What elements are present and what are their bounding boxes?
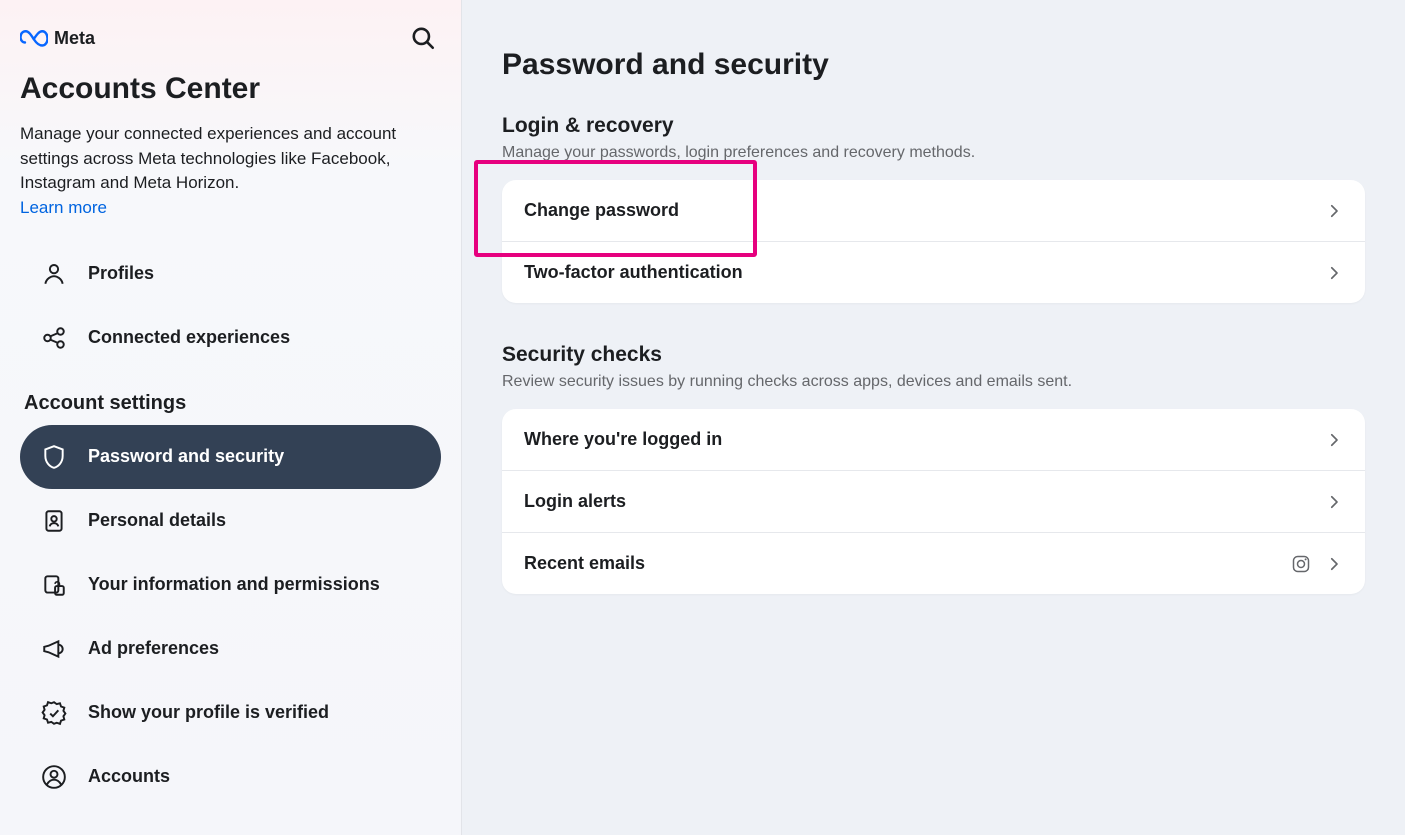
card-label: Two-factor authentication [524,262,743,283]
sidebar-item-info-permissions[interactable]: Your information and permissions [20,553,441,617]
card-item-login-alerts[interactable]: Login alerts [502,471,1365,533]
sidebar-item-label: Profiles [88,262,154,285]
group-desc-login-recovery: Manage your passwords, login preferences… [502,144,1365,162]
card-label: Change password [524,200,679,221]
meta-infinity-icon [20,29,48,47]
learn-more-link[interactable]: Learn more [20,198,107,218]
sidebar-item-accounts[interactable]: Accounts [20,745,441,809]
instagram-icon [1291,554,1311,574]
card-label: Recent emails [524,553,645,574]
card-item-recent-emails[interactable]: Recent emails [502,533,1365,594]
card-item-change-password[interactable]: Change password [502,180,1365,242]
permissions-icon [40,571,68,599]
account-circle-icon [40,763,68,791]
sidebar-item-label: Your information and permissions [88,573,380,596]
card-label: Login alerts [524,491,626,512]
sidebar-item-verified-profile[interactable]: Show your profile is verified [20,681,441,745]
page-title: Password and security [502,48,1365,82]
sidebar-item-password-security[interactable]: Password and security [20,425,441,489]
sidebar-description: Manage your connected experiences and ac… [20,122,441,196]
search-icon [410,25,436,51]
card-item-two-factor[interactable]: Two-factor authentication [502,242,1365,303]
card-label: Where you're logged in [524,429,722,450]
sidebar-header: Meta [20,20,441,56]
sidebar-item-personal-details[interactable]: Personal details [20,489,441,553]
group-title-security-checks: Security checks [502,343,1365,367]
sidebar-item-label: Accounts [88,765,170,788]
meta-logo: Meta [20,28,95,49]
sidebar-item-label: Connected experiences [88,326,290,349]
verified-badge-icon [40,699,68,727]
megaphone-icon [40,635,68,663]
chevron-right-icon [1325,202,1343,220]
section-heading-account-settings: Account settings [20,392,441,415]
brand-name: Meta [54,28,95,49]
card-item-where-logged-in[interactable]: Where you're logged in [502,409,1365,471]
sidebar: Meta Accounts Center Manage your connect… [0,0,462,835]
sidebar-item-label: Personal details [88,509,226,532]
sidebar-item-profiles[interactable]: Profiles [20,242,441,306]
connected-icon [40,324,68,352]
chevron-right-icon [1325,264,1343,282]
profile-icon [40,260,68,288]
group-title-login-recovery: Login & recovery [502,114,1365,138]
sidebar-title: Accounts Center [20,72,441,106]
sidebar-item-ad-preferences[interactable]: Ad preferences [20,617,441,681]
id-card-icon [40,507,68,535]
main-content: Password and security Login & recovery M… [462,0,1405,835]
sidebar-item-connected-experiences[interactable]: Connected experiences [20,306,441,370]
chevron-right-icon [1325,555,1343,573]
chevron-right-icon [1325,493,1343,511]
card-list-login-recovery: Change password Two-factor authenticatio… [502,180,1365,303]
sidebar-item-label: Ad preferences [88,637,219,660]
chevron-right-icon [1325,431,1343,449]
shield-icon [40,443,68,471]
sidebar-item-label: Show your profile is verified [88,701,329,724]
search-button[interactable] [405,20,441,56]
card-list-security-checks: Where you're logged in Login alerts Rece… [502,409,1365,594]
group-desc-security-checks: Review security issues by running checks… [502,373,1365,391]
sidebar-item-label: Password and security [88,445,284,468]
